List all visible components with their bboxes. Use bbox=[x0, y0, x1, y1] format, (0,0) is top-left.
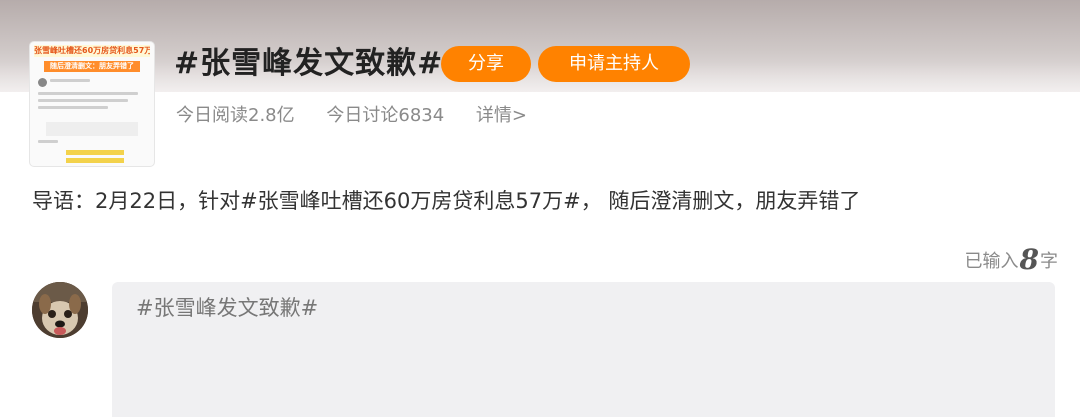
character-counter: 已输入8字 bbox=[965, 242, 1058, 278]
details-link[interactable]: 详情> bbox=[476, 105, 527, 126]
thumbnail-avatar bbox=[38, 78, 47, 87]
counter-prefix: 已输入 bbox=[964, 251, 1019, 272]
user-avatar[interactable] bbox=[32, 282, 88, 338]
counter-value: 8 bbox=[1019, 243, 1039, 276]
thumbnail-highlight bbox=[66, 158, 124, 163]
topic-header-background bbox=[0, 0, 1080, 92]
topic-stats: 今日阅读2.8亿 今日讨论6834 详情> bbox=[176, 102, 553, 130]
topic-guide-text: 导语：2月22日，针对#张雪峰吐槽还60万房贷利息57万#， 随后澄清删文，朋友… bbox=[32, 189, 861, 213]
thumbnail-text-line bbox=[38, 140, 58, 143]
discussions-count: 今日讨论6834 bbox=[326, 105, 445, 126]
counter-suffix: 字 bbox=[1040, 251, 1058, 272]
thumbnail-headline: 张雪峰吐槽还60万房贷利息57万 bbox=[34, 45, 150, 57]
thumbnail-text-line bbox=[38, 106, 108, 109]
topic-thumbnail: 张雪峰吐槽还60万房贷利息57万 随后澄清删文：朋友弄错了 bbox=[30, 42, 154, 166]
topic-title[interactable]: #张雪峰发文致歉# bbox=[174, 42, 443, 86]
thumbnail-text-line bbox=[38, 92, 138, 95]
apply-host-button[interactable]: 申请主持人 bbox=[538, 46, 690, 82]
share-button[interactable]: 分享 bbox=[441, 46, 531, 82]
thumbnail-text-line bbox=[50, 79, 90, 82]
reads-count: 今日阅读2.8亿 bbox=[176, 105, 295, 126]
thumbnail-quote-box bbox=[46, 122, 138, 136]
thumbnail-text-line bbox=[38, 99, 128, 102]
thumbnail-highlight bbox=[66, 150, 124, 155]
dog-avatar-icon bbox=[32, 282, 88, 338]
comment-input[interactable]: #张雪峰发文致歉# bbox=[112, 282, 1055, 417]
thumbnail-banner: 随后澄清删文：朋友弄错了 bbox=[44, 61, 140, 72]
